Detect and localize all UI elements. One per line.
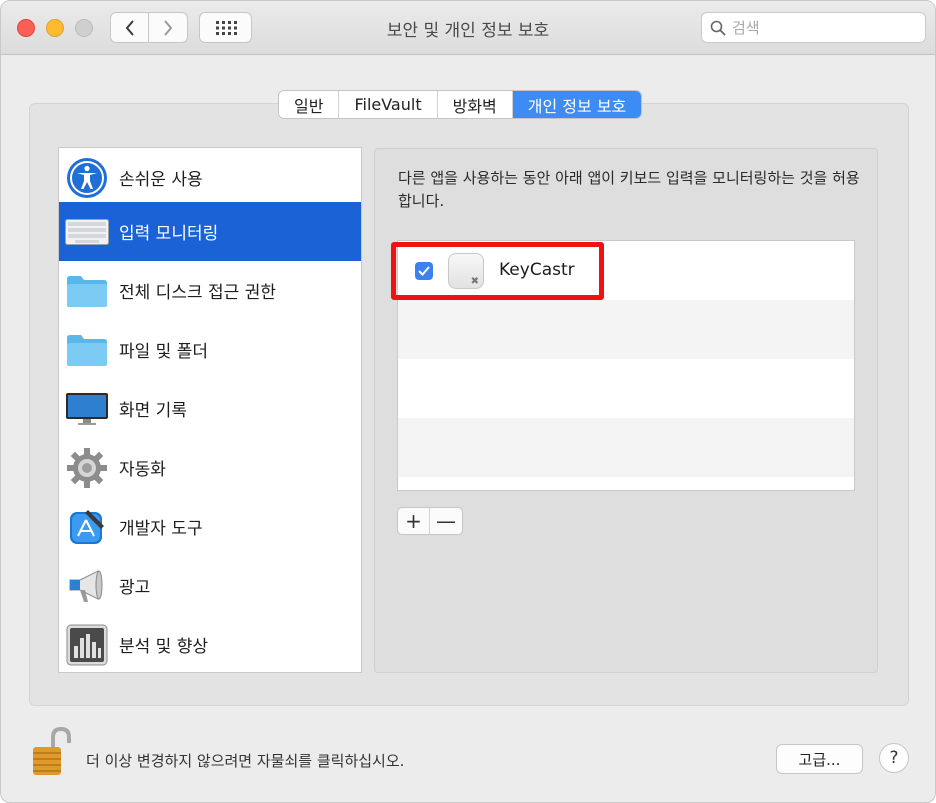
megaphone-icon <box>65 564 109 608</box>
tab-general[interactable]: 일반 <box>279 91 340 118</box>
sidebar-item-automation[interactable]: 자동화 <box>59 438 361 497</box>
folder-icon <box>65 269 109 313</box>
sidebar-item-files-and-folders[interactable]: 파일 및 폴더 <box>59 320 361 379</box>
remove-app-button[interactable]: — <box>430 508 462 534</box>
sidebar-item-label: 개발자 도구 <box>119 519 203 539</box>
folder-icon <box>65 328 109 372</box>
title-bar: 보안 및 개인 정보 보호 <box>1 1 935 55</box>
sidebar-item-label: 파일 및 폴더 <box>119 342 209 362</box>
accessibility-icon <box>65 156 109 200</box>
chevron-left-icon <box>125 19 134 36</box>
sidebar-item-analytics[interactable]: 분석 및 향상 <box>59 615 361 674</box>
gear-icon <box>65 446 109 490</box>
checkmark-icon <box>418 266 430 276</box>
sidebar-item-label: 광고 <box>119 578 151 598</box>
search-icon <box>710 20 726 36</box>
search-field[interactable] <box>701 12 926 43</box>
grid-icon <box>215 20 237 35</box>
help-button[interactable]: ? <box>879 743 909 773</box>
sidebar-item-advertising[interactable]: 광고 <box>59 556 361 615</box>
forward-button[interactable] <box>149 12 188 43</box>
app-permission-list: ✖ KeyCastr <box>397 240 855 491</box>
preferences-window: 보안 및 개인 정보 보호 일반 FileVault 방화벽 개인 정보 보호 <box>0 0 936 803</box>
sidebar-item-label: 입력 모니터링 <box>119 224 219 244</box>
sidebar-item-label: 화면 기록 <box>119 401 187 421</box>
app-enable-checkbox[interactable] <box>415 262 433 280</box>
tab-privacy[interactable]: 개인 정보 보호 <box>512 91 642 118</box>
sidebar-item-label: 전체 디스크 접근 권한 <box>119 283 276 303</box>
tab-filevault[interactable]: FileVault <box>339 91 438 118</box>
lock-icon[interactable] <box>29 726 75 777</box>
empty-list-row <box>398 300 854 359</box>
add-app-button[interactable]: + <box>398 508 430 534</box>
keycastr-app-icon: ✖ <box>448 253 484 289</box>
developer-tools-icon <box>65 505 109 549</box>
sidebar-item-screen-recording[interactable]: 화면 기록 <box>59 379 361 438</box>
analytics-icon <box>65 623 109 667</box>
empty-list-row <box>398 477 854 490</box>
sidebar-item-input-monitoring[interactable]: 입력 모니터링 <box>59 202 361 261</box>
empty-list-row <box>398 418 854 477</box>
zoom-window-button[interactable] <box>75 19 93 37</box>
sidebar-item-developer-tools[interactable]: 개발자 도구 <box>59 497 361 556</box>
minimize-window-button[interactable] <box>46 19 64 37</box>
advanced-button[interactable]: 고급... <box>776 744 863 774</box>
add-remove-control: + — <box>397 507 463 535</box>
empty-list-row <box>398 359 854 418</box>
app-name: KeyCastr <box>499 260 575 280</box>
lock-hint-text: 더 이상 변경하지 않으려면 자물쇠를 클릭하십시오. <box>86 752 405 770</box>
display-icon <box>65 387 109 431</box>
sidebar-item-full-disk-access[interactable]: 전체 디스크 접근 권한 <box>59 261 361 320</box>
chevron-right-icon <box>164 19 173 36</box>
back-button[interactable] <box>110 12 149 43</box>
show-all-button[interactable] <box>199 12 252 43</box>
keyboard-icon <box>65 210 109 254</box>
permission-description: 다른 앱을 사용하는 동안 아래 앱이 키보드 입력을 모니터링하는 것을 허용… <box>398 169 860 210</box>
sidebar-item-label: 손쉬운 사용 <box>119 170 203 190</box>
sidebar-item-accessibility[interactable]: 손쉬운 사용 <box>59 148 361 207</box>
search-input[interactable] <box>732 18 912 37</box>
sidebar-item-label: 분석 및 향상 <box>119 637 209 657</box>
privacy-category-list: 손쉬운 사용 입력 모니터링 전체 디스크 접근 권한 파일 및 폴더 화면 기… <box>58 147 362 673</box>
tab-bar: 일반 FileVault 방화벽 개인 정보 보호 <box>278 90 643 119</box>
list-item[interactable]: ✖ KeyCastr <box>398 241 854 300</box>
tab-firewall[interactable]: 방화벽 <box>437 91 513 118</box>
close-window-button[interactable] <box>17 19 35 37</box>
sidebar-item-label: 자동화 <box>119 460 166 480</box>
